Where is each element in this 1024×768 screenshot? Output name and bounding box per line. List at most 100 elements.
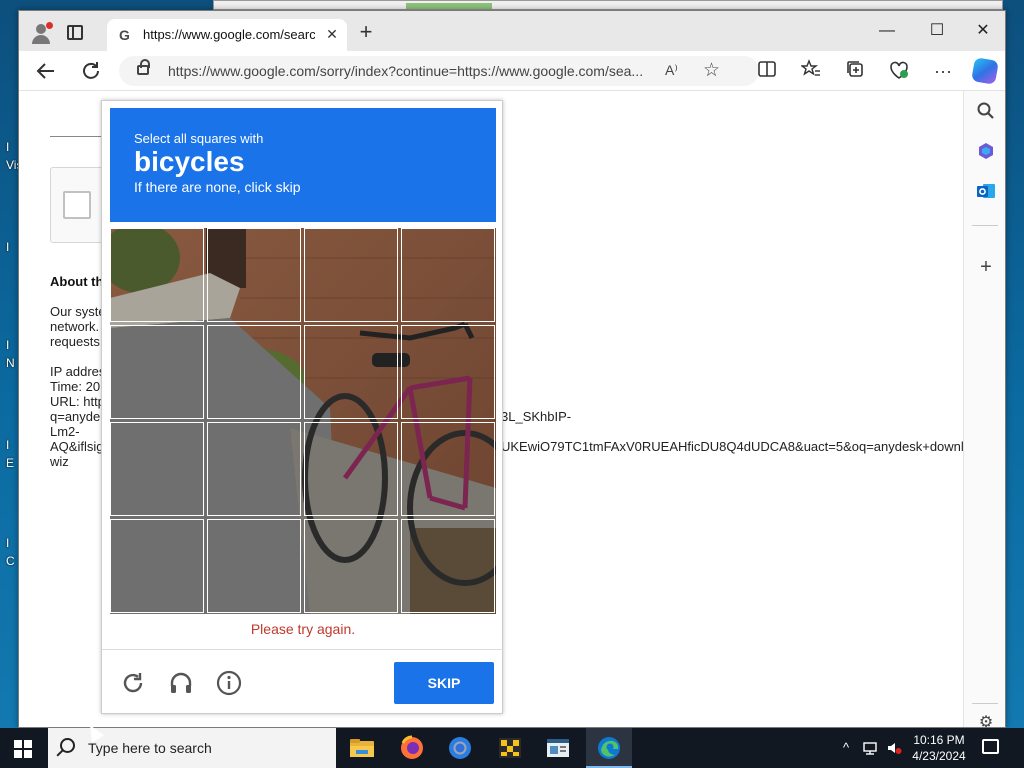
tab-actions-icon[interactable] (67, 25, 83, 40)
refresh-button[interactable] (79, 59, 103, 83)
read-aloud-icon[interactable]: A⁾ (665, 62, 678, 79)
captcha-footer: SKIP (102, 649, 504, 715)
captcha-tile[interactable] (401, 228, 495, 322)
more-menu-icon[interactable]: ··· (931, 59, 955, 83)
favorites-icon[interactable] (799, 59, 823, 83)
reload-icon[interactable] (120, 670, 146, 696)
ip-info-line: IP addres (50, 364, 106, 379)
address-url[interactable]: https://www.google.com/sorry/index?conti… (168, 63, 658, 79)
about-heading: About th (50, 274, 104, 289)
address-bar[interactable]: https://www.google.com/sorry/index?conti… (119, 56, 759, 86)
recaptcha-checkbox[interactable] (63, 191, 91, 219)
chrome-icon[interactable] (446, 734, 474, 762)
lock-icon[interactable] (137, 59, 150, 75)
page-content: About th Our syste network. requests IP … (19, 91, 963, 727)
captcha-error-message: Please try again. (250, 621, 356, 637)
captcha-tile[interactable] (110, 228, 204, 322)
tab-bar: G https://www.google.com/search? ✕ + — ☐… (19, 11, 1005, 51)
search-icon[interactable] (976, 101, 996, 121)
background-window (213, 0, 1003, 10)
body-text-line: requests (50, 334, 100, 349)
captcha-tile[interactable] (207, 325, 301, 419)
captcha-tile[interactable] (401, 422, 495, 516)
edge-icon[interactable] (595, 734, 623, 762)
ip-info-line: URL: http (50, 394, 105, 409)
url-fragment: 3L_SKhbIP- (501, 409, 572, 424)
desktop-icon-label[interactable]: I (6, 536, 9, 550)
copilot-sidebar-icon[interactable] (976, 141, 996, 161)
desktop-icon-label[interactable]: I (6, 438, 9, 452)
ip-info-line: AQ&iflsig (50, 439, 104, 454)
file-explorer-icon[interactable] (348, 734, 376, 762)
tab-title: https://www.google.com/search? (143, 27, 315, 42)
minimize-button[interactable]: — (871, 17, 903, 45)
add-icon[interactable]: + (976, 257, 996, 277)
captcha-tile[interactable] (207, 519, 301, 613)
ip-info-line: Lm2- (50, 424, 80, 439)
favorite-star-icon[interactable]: ☆ (703, 59, 720, 82)
captcha-hint: If there are none, click skip (134, 179, 301, 195)
desktop-icon-label[interactable]: I (6, 240, 9, 254)
edge-sidebar: + ⚙ (963, 91, 1005, 731)
copilot-icon[interactable] (971, 57, 999, 85)
outlook-icon[interactable] (976, 181, 996, 201)
desktop-icon-label[interactable]: I (6, 338, 9, 352)
captcha-tile[interactable] (207, 228, 301, 322)
captcha-tile[interactable] (304, 519, 398, 613)
captcha-tile[interactable] (110, 519, 204, 613)
background-window-bar (406, 3, 492, 9)
taskbar: Type here to search ^ 10:16 PM 4/23/2024 (0, 728, 1024, 768)
network-icon[interactable] (862, 740, 878, 756)
browser-window: G https://www.google.com/search? ✕ + — ☐… (18, 10, 1006, 731)
notification-center-icon[interactable] (982, 739, 999, 754)
clock-time: 10:16 PM (913, 733, 965, 747)
desktop-icon-label[interactable]: N (6, 356, 15, 370)
tab-google-search[interactable]: G https://www.google.com/search? ✕ (107, 19, 347, 51)
show-hidden-icons-icon[interactable]: ^ (838, 740, 854, 756)
firefox-icon[interactable] (398, 734, 426, 762)
taskbar-search-placeholder: Type here to search (88, 740, 212, 756)
captcha-image-grid (110, 228, 496, 614)
close-window-button[interactable]: ✕ (967, 17, 999, 45)
maximize-button[interactable]: ☐ (921, 17, 953, 45)
info-icon[interactable] (216, 670, 242, 696)
desktop-icon-label[interactable]: C (6, 554, 15, 568)
captcha-target: bicycles (134, 146, 245, 177)
browser-essentials-icon[interactable] (887, 59, 911, 83)
split-screen-icon[interactable] (755, 59, 779, 83)
search-icon (60, 738, 75, 753)
captcha-tile[interactable] (304, 228, 398, 322)
captcha-header: Select all squares with bicycles If ther… (110, 108, 496, 222)
ip-info-line: q=anyde (50, 409, 101, 424)
google-favicon-icon: G (119, 27, 130, 43)
audio-challenge-icon[interactable] (168, 670, 194, 696)
ip-info-line: Time: 20 (50, 379, 101, 394)
volume-muted-icon[interactable] (886, 740, 902, 756)
profile-icon[interactable] (29, 21, 53, 45)
captcha-instruction: Select all squares with (134, 131, 264, 146)
ip-info-line: wiz (50, 454, 69, 469)
collections-icon[interactable] (843, 59, 867, 83)
system-clock[interactable]: 10:16 PM 4/23/2024 (906, 732, 972, 764)
new-tab-button[interactable]: + (357, 21, 375, 43)
sidebar-divider (972, 703, 998, 704)
app-icon-window[interactable] (544, 734, 572, 762)
captcha-tile[interactable] (304, 422, 398, 516)
tab-close-icon[interactable]: ✕ (323, 25, 341, 43)
captcha-tile[interactable] (401, 325, 495, 419)
captcha-tile[interactable] (110, 422, 204, 516)
captcha-tile[interactable] (304, 325, 398, 419)
captcha-tile[interactable] (207, 422, 301, 516)
captcha-tile[interactable] (401, 519, 495, 613)
windows-start-icon[interactable] (14, 740, 32, 758)
app-icon-yellow[interactable] (496, 734, 524, 762)
sidebar-divider (972, 225, 998, 226)
skip-button[interactable]: SKIP (394, 662, 494, 704)
desktop-icon-label[interactable]: I (6, 140, 9, 154)
desktop-icon-label[interactable]: E (6, 456, 14, 470)
body-text-line: Our syste (50, 304, 106, 319)
url-fragment: UKEwiO79TC1tmFAxV0RUEAHficDU8Q4dUDCA8&ua… (501, 439, 963, 454)
back-button[interactable] (34, 59, 58, 83)
captcha-challenge: Select all squares with bicycles If ther… (101, 100, 504, 715)
captcha-tile[interactable] (110, 325, 204, 419)
